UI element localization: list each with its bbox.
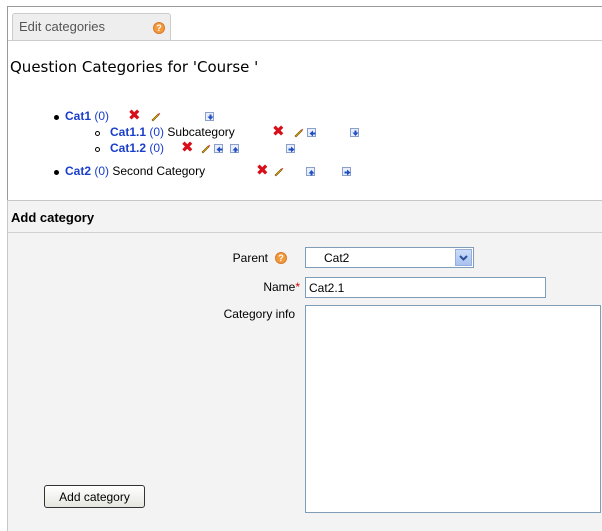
bullet-icon — [54, 115, 59, 120]
delete-icon[interactable]: ✖ — [181, 140, 194, 155]
parent-label: Parent — [200, 251, 268, 265]
help-icon[interactable]: ? — [153, 22, 165, 34]
tree-item-text: Cat1 (0) — [65, 109, 109, 123]
category-info: Second Category — [112, 164, 206, 178]
add-category-button-label: Add category — [59, 489, 130, 504]
move-left-icon[interactable] — [214, 144, 223, 153]
move-up-icon[interactable] — [230, 144, 239, 153]
bullet-icon — [95, 147, 100, 152]
delete-icon[interactable]: ✖ — [256, 163, 269, 178]
tab-strip: Edit categories ? — [8, 7, 602, 41]
category-info-editor[interactable] — [305, 305, 601, 513]
move-down-icon[interactable] — [350, 128, 359, 137]
move-left-icon[interactable] — [307, 128, 316, 137]
category-info: Subcategory — [167, 125, 235, 139]
edit-pencil-icon[interactable] — [200, 143, 211, 154]
edit-pencil-icon[interactable] — [150, 111, 161, 122]
help-icon[interactable]: ? — [275, 252, 287, 264]
section-legend: Add category — [11, 210, 95, 225]
parent-select[interactable]: Cat2 — [305, 247, 474, 268]
bullet-icon — [54, 170, 59, 175]
tab-edit-categories[interactable]: Edit categories ? — [12, 13, 171, 41]
tab-divider — [8, 40, 602, 41]
name-label: Name* — [200, 280, 300, 294]
tab-label: Edit categories — [19, 19, 105, 34]
category-info-label: Category info — [223, 307, 295, 321]
name-label-text: Name — [263, 280, 296, 294]
move-up-icon[interactable] — [306, 167, 315, 176]
page-title: Question Categories for 'Course ' — [10, 58, 259, 76]
name-field[interactable] — [305, 277, 546, 298]
bullet-icon — [95, 131, 100, 136]
tree-item-text: Cat1.1 (0) Subcategory — [110, 125, 235, 139]
question-count: (0) — [149, 125, 165, 139]
legend-divider — [8, 232, 602, 233]
tree-item-text: Cat2 (0) Second Category — [65, 164, 205, 178]
category-link-cat1-1[interactable]: Cat1.1 — [110, 125, 146, 139]
parent-select-value: Cat2 — [324, 251, 350, 265]
parent-label-text: Parent — [232, 251, 268, 265]
move-right-icon[interactable] — [286, 144, 295, 153]
delete-icon[interactable]: ✖ — [272, 124, 285, 139]
question-count: (0) — [149, 141, 165, 155]
category-link-cat1[interactable]: Cat1 — [65, 109, 91, 123]
required-marker: * — [295, 280, 300, 294]
category-link-cat2[interactable]: Cat2 — [65, 164, 91, 178]
move-right-icon[interactable] — [342, 167, 351, 176]
category-link-cat1-2[interactable]: Cat1.2 — [110, 141, 146, 155]
edit-pencil-icon[interactable] — [293, 127, 304, 138]
tree-item-text: Cat1.2 (0) — [110, 141, 164, 155]
delete-icon[interactable]: ✖ — [128, 108, 141, 123]
question-count: (0) — [94, 109, 110, 123]
move-down-icon[interactable] — [205, 112, 214, 121]
chevron-down-icon[interactable] — [455, 249, 472, 266]
question-count: (0) — [94, 164, 110, 178]
add-category-button[interactable]: Add category — [44, 485, 145, 508]
edit-pencil-icon[interactable] — [273, 166, 284, 177]
